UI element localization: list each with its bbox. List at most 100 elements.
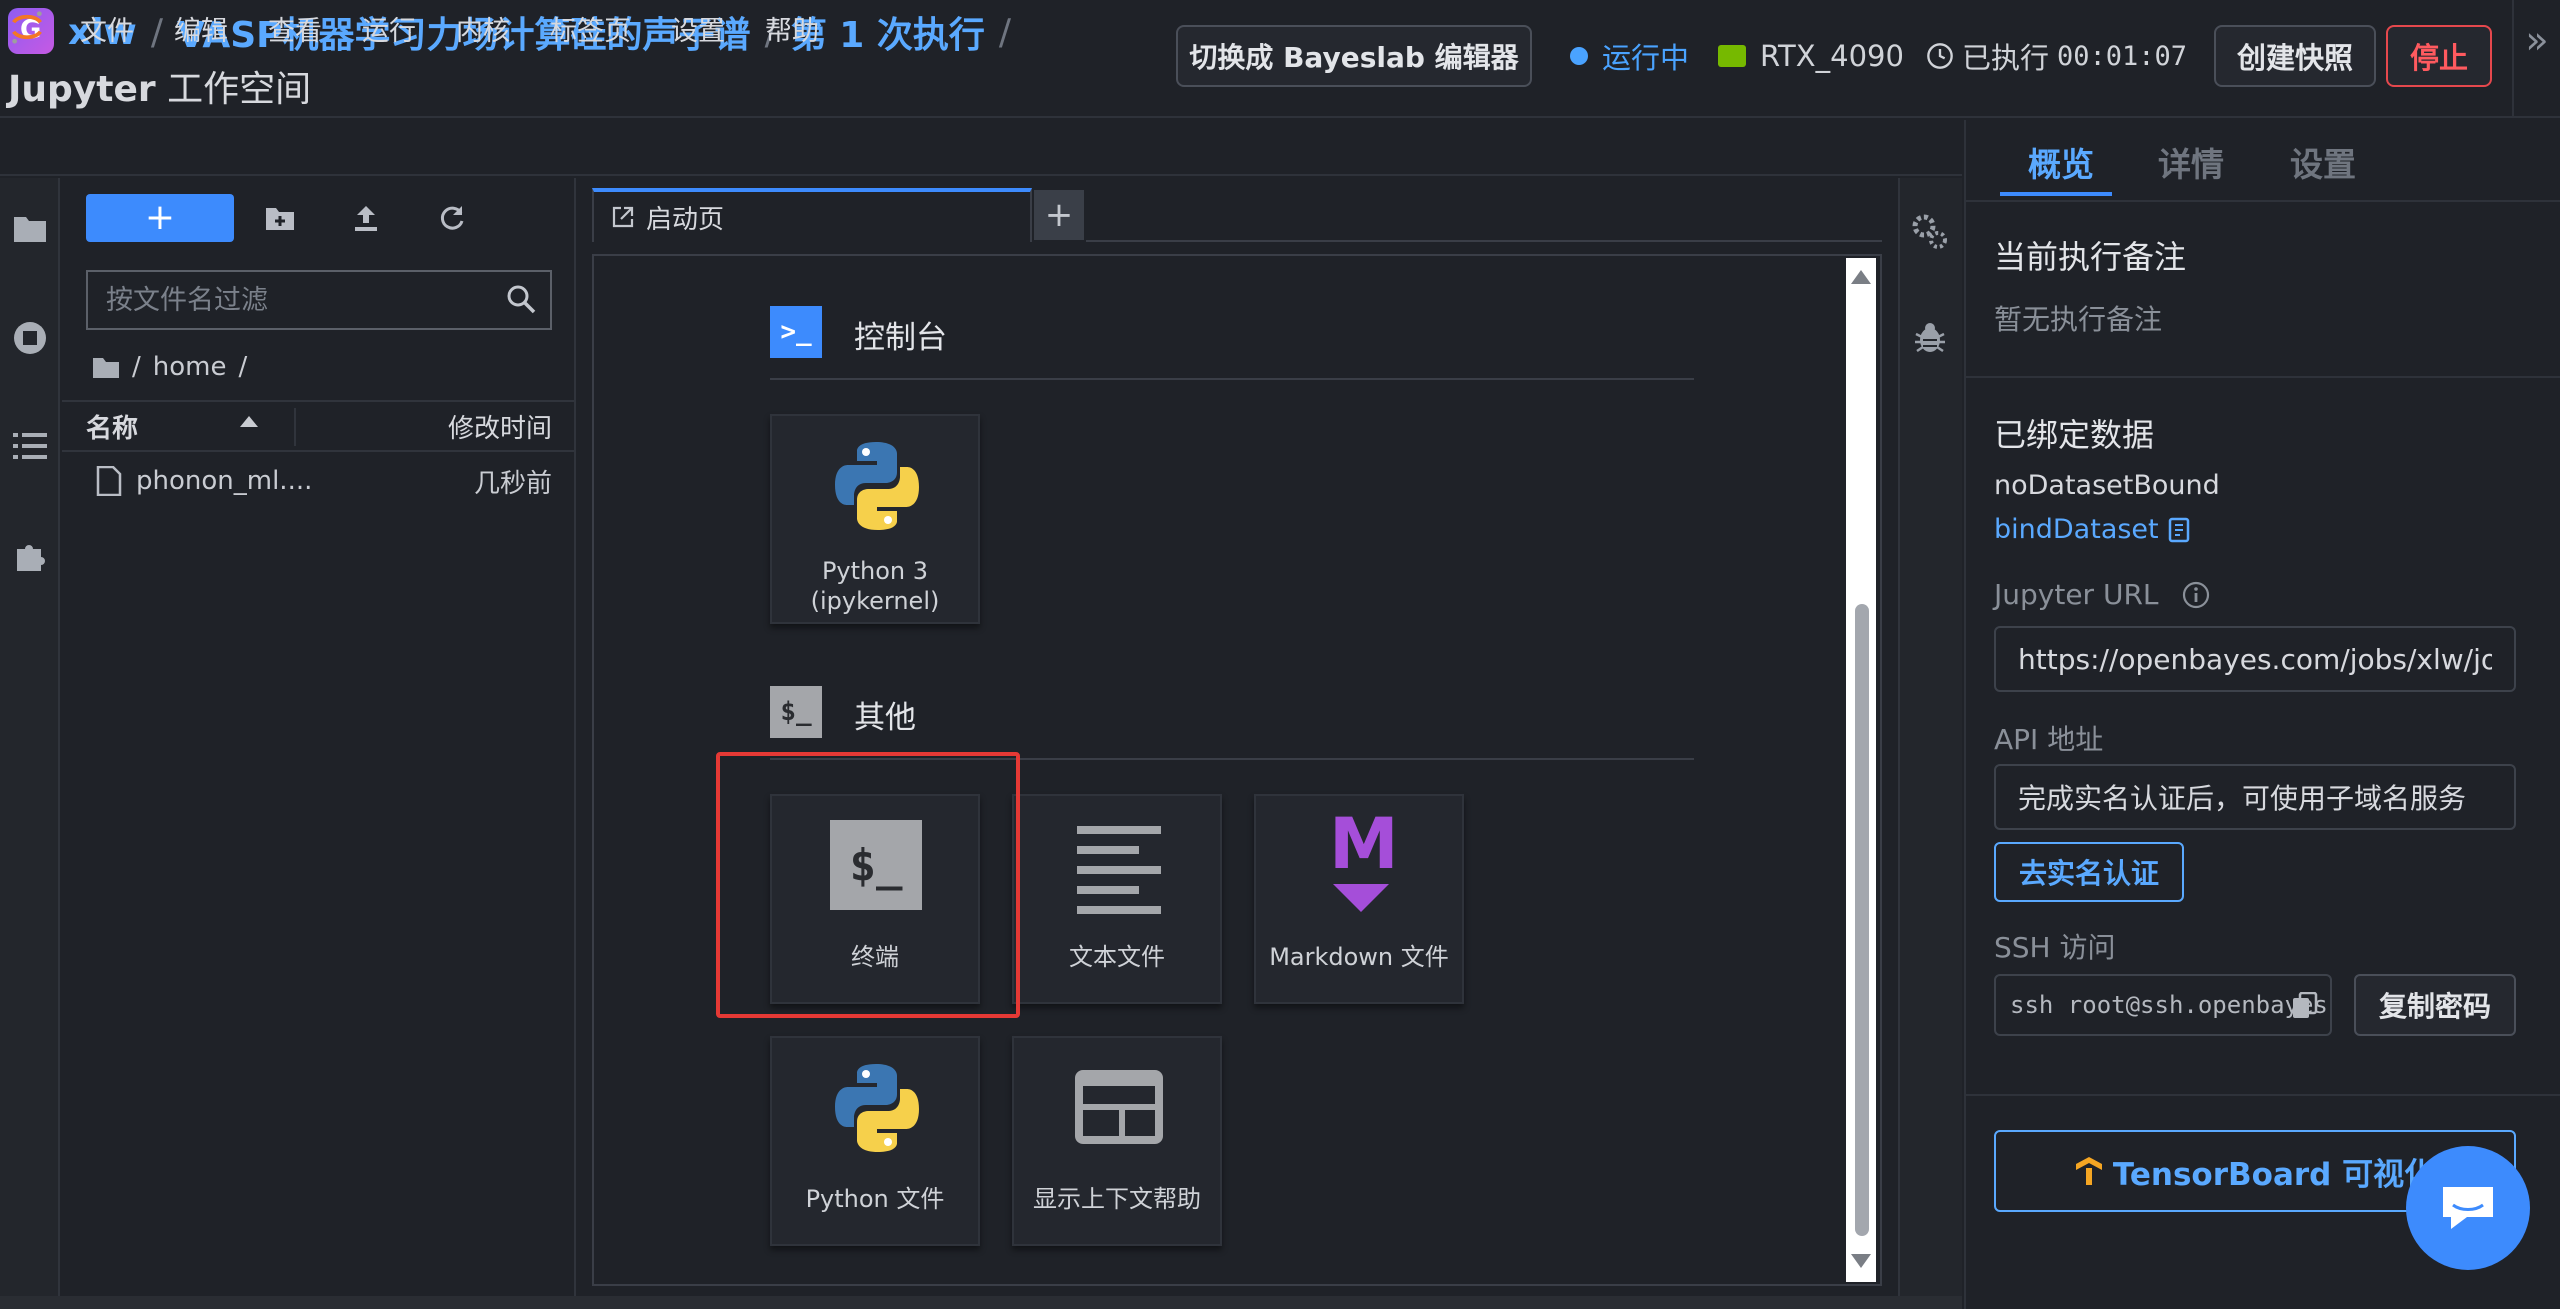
scroll-up-icon[interactable] xyxy=(1851,270,1871,284)
chat-support-button[interactable] xyxy=(2406,1146,2530,1270)
tab-details[interactable]: 详情 xyxy=(2158,138,2224,186)
jupyter-url-label: Jupyter URL xyxy=(1994,578,2159,611)
jupyter-url-field[interactable] xyxy=(1994,626,2516,692)
path-home[interactable]: home xyxy=(153,352,227,382)
clock-icon xyxy=(1927,43,1953,69)
section-divider xyxy=(1964,376,2560,378)
other-section-icon: $_ xyxy=(770,686,822,738)
page-title-bold: Jupyter xyxy=(8,69,156,110)
breadcrumb-run[interactable]: 第 1 次执行 xyxy=(791,6,985,58)
context-help-icon xyxy=(1075,1070,1163,1144)
column-divider[interactable] xyxy=(294,408,296,446)
page-title: Jupyter 工作空间 xyxy=(8,60,311,112)
file-modified: 几秒前 xyxy=(473,468,552,499)
property-inspector-gears-icon[interactable] xyxy=(1910,212,1950,252)
book-icon xyxy=(2168,517,2189,542)
tensorboard-label: TensorBoard 可视化 xyxy=(2112,1156,2436,1193)
python-file-card[interactable]: Python 文件 xyxy=(770,1036,980,1246)
column-name[interactable]: 名称 xyxy=(86,402,138,450)
switch-editor-button[interactable]: 切换成 Bayeslab 编辑器 xyxy=(1176,25,1532,87)
menu-view[interactable]: 查看 xyxy=(268,9,322,48)
copy-icon[interactable] xyxy=(2292,992,2318,1020)
column-modified[interactable]: 修改时间 xyxy=(448,402,552,450)
bind-dataset-label: bindDataset xyxy=(1994,514,2159,545)
section-divider xyxy=(770,378,1694,380)
new-folder-icon[interactable] xyxy=(262,200,298,236)
menu-file[interactable]: 文件 xyxy=(80,9,134,48)
context-help-card[interactable]: 显示上下文帮助 xyxy=(1012,1036,1222,1246)
python-file-label: Python 文件 xyxy=(805,1185,945,1213)
section-divider xyxy=(1964,1094,2560,1096)
new-launcher-button[interactable]: + xyxy=(86,194,234,242)
executed-time: 00:01:07 xyxy=(2057,40,2188,72)
folder-icon xyxy=(93,358,119,378)
file-list-header: 名称 修改时间 xyxy=(62,400,576,452)
file-row[interactable]: phonon_ml.... 几秒前 xyxy=(62,456,576,506)
menu-settings[interactable]: 设置 xyxy=(671,9,725,48)
running-sessions-icon[interactable] xyxy=(10,318,50,358)
refresh-icon[interactable] xyxy=(434,200,470,236)
collapse-panel-icon[interactable]: » xyxy=(2512,0,2560,118)
execution-note-empty: 暂无执行备注 xyxy=(1994,303,2163,336)
menu-kernel[interactable]: 内核 xyxy=(456,9,510,48)
menu-edit[interactable]: 编辑 xyxy=(174,9,228,48)
console-section-icon: >_ xyxy=(770,306,822,358)
menu-items: 文件 编辑 查看 运行 内核 标签页 设置 帮助 xyxy=(80,0,819,56)
file-name: phonon_ml.... xyxy=(136,466,313,496)
execution-note-title: 当前执行备注 xyxy=(1994,238,2187,276)
menu-run[interactable]: 运行 xyxy=(362,9,416,48)
bind-dataset-link[interactable]: bindDataset xyxy=(1994,514,2191,545)
nvidia-icon xyxy=(1718,45,1746,67)
jupyter-logo-icon xyxy=(12,11,42,44)
text-file-card[interactable]: 文本文件 xyxy=(1012,794,1222,1004)
ssh-command-field[interactable]: ssh root@ssh.openbayes.com xyxy=(1994,974,2332,1036)
tab-overview[interactable]: 概览 xyxy=(2028,138,2094,186)
markdown-file-card[interactable]: M Markdown 文件 xyxy=(1254,794,1464,1004)
context-help-label: 显示上下文帮助 xyxy=(1033,1185,1201,1213)
markdown-file-label: Markdown 文件 xyxy=(1269,943,1449,971)
tab-settings[interactable]: 设置 xyxy=(2290,138,2356,186)
page-title-rest: 工作空间 xyxy=(155,69,312,110)
python-logo-icon xyxy=(835,442,919,530)
copy-password-button[interactable]: 复制密码 xyxy=(2354,974,2516,1036)
console-python3-label-2: (ipykernel) xyxy=(810,587,940,615)
stop-button[interactable]: 停止 xyxy=(2386,25,2492,87)
tab-launcher[interactable]: 启动页 xyxy=(592,188,1032,242)
bound-dataset-value: noDatasetBound xyxy=(1994,470,2220,501)
executed-label: 已执行 xyxy=(1962,41,2050,75)
menu-tabs[interactable]: 标签页 xyxy=(550,9,631,48)
tab-strip-divider xyxy=(1086,240,1882,242)
breadcrumb-separator: / xyxy=(998,11,1011,53)
add-tab-button[interactable]: + xyxy=(1034,190,1084,240)
table-of-contents-icon[interactable] xyxy=(10,426,50,466)
info-icon[interactable] xyxy=(2181,580,2211,610)
api-address-field[interactable] xyxy=(1994,764,2516,830)
panel-tabs: 概览 详情 设置 xyxy=(1964,120,2560,202)
tab-launcher-label: 启动页 xyxy=(646,204,725,235)
status-dot-icon xyxy=(1570,47,1588,65)
file-filter-input[interactable] xyxy=(86,270,552,330)
console-section-title: 控制台 xyxy=(854,320,947,356)
console-python3-card[interactable]: Python 3 (ipykernel) xyxy=(770,414,980,624)
scrollbar-thumb[interactable] xyxy=(1855,604,1869,1236)
folder-icon[interactable] xyxy=(10,208,50,248)
terminal-highlight-box xyxy=(716,752,1020,1018)
extensions-puzzle-icon[interactable] xyxy=(10,536,50,576)
active-tab-indicator xyxy=(2000,192,2112,196)
console-python3-label-1: Python 3 xyxy=(821,557,929,585)
upload-icon[interactable] xyxy=(348,200,384,236)
debugger-bug-icon[interactable] xyxy=(1912,320,1948,356)
file-icon xyxy=(96,466,122,496)
bound-dataset-title: 已绑定数据 xyxy=(1994,416,2155,454)
other-section-title: 其他 xyxy=(854,700,916,736)
create-snapshot-button[interactable]: 创建快照 xyxy=(2214,25,2376,87)
menu-help[interactable]: 帮助 xyxy=(765,9,819,48)
verify-identity-button[interactable]: 去实名认证 xyxy=(1994,842,2184,902)
sort-ascending-icon xyxy=(240,416,258,427)
scroll-down-icon[interactable] xyxy=(1851,1254,1871,1268)
jupyter-url-label-row: Jupyter URL xyxy=(1994,578,2211,611)
gpu-name: RTX_4090 xyxy=(1760,39,1904,73)
status-bar xyxy=(0,1296,1962,1309)
tensorboard-icon xyxy=(2075,1157,2102,1185)
path-root[interactable]: / xyxy=(132,352,141,382)
